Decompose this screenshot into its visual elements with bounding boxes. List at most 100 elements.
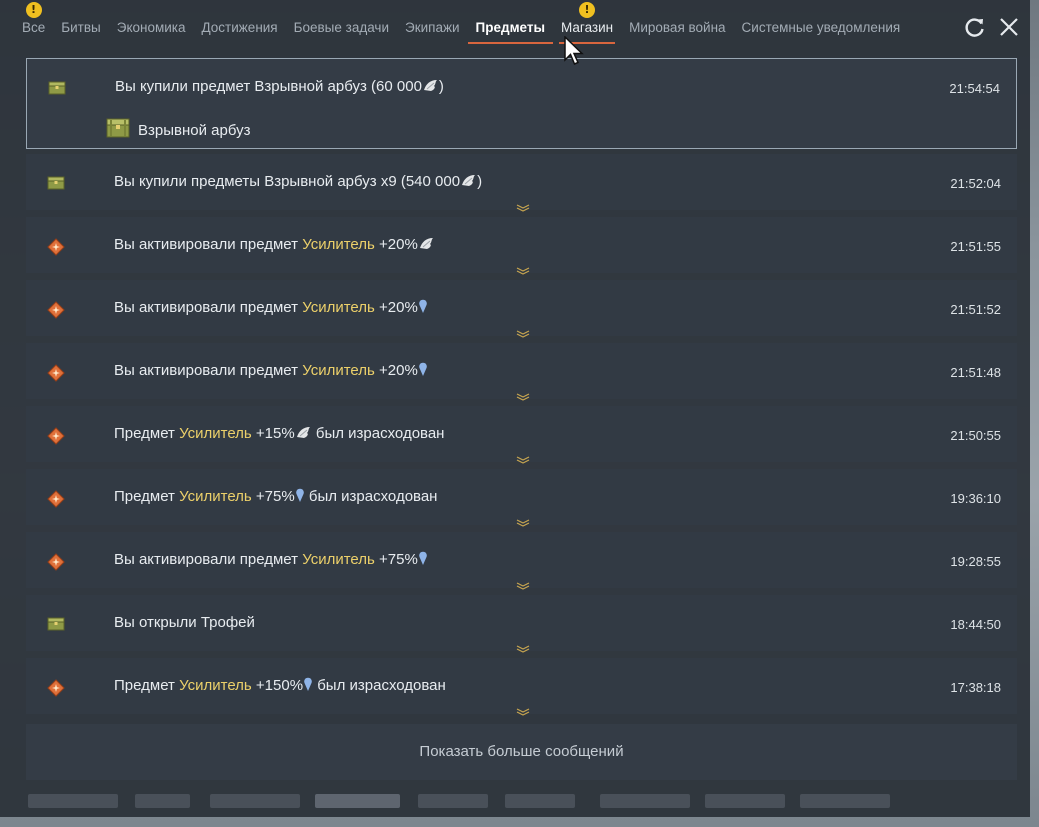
- message-time: 21:51:55: [950, 239, 1001, 254]
- message-text: Предмет Усилитель +15% был израсходован: [114, 425, 444, 442]
- tab-0[interactable]: Все!: [14, 0, 53, 46]
- message-text-part: Предмет: [114, 425, 180, 442]
- message-time: 19:36:10: [950, 491, 1001, 506]
- item-name-link[interactable]: Усилитель: [302, 299, 375, 316]
- message-time: 21:54:54: [949, 81, 1000, 96]
- rp-icon: [418, 299, 428, 316]
- tab-label: Предметы: [475, 20, 546, 35]
- message-text: Вы активировали предмет Усилитель +20%: [114, 362, 428, 379]
- close-icon: [1000, 18, 1018, 36]
- expand-chevron-icon[interactable]: [516, 638, 530, 653]
- background-taskbar: [0, 785, 1030, 817]
- item-name-link[interactable]: Усилитель: [302, 362, 375, 379]
- message-text-part: +150%: [251, 677, 304, 694]
- expand-chevron-icon[interactable]: [516, 197, 530, 212]
- tab-label: Экономика: [116, 20, 186, 35]
- chest-icon: [48, 80, 66, 96]
- item-name-link[interactable]: Усилитель: [179, 488, 252, 505]
- message-row[interactable]: Вы активировали предмет Усилитель +20% 21…: [26, 343, 1017, 401]
- expand-chevron-icon[interactable]: [516, 512, 530, 527]
- tab-bar: Все! Битвы Экономика Достижения Боевые задач…: [0, 0, 1030, 48]
- message-text-part: +75%: [251, 488, 295, 505]
- tab-label: Мировая война: [629, 20, 726, 35]
- item-name-link[interactable]: Усилитель: [179, 677, 252, 694]
- tab-9[interactable]: Системные уведомления: [734, 0, 909, 46]
- item-name-link[interactable]: Усилитель: [302, 236, 375, 253]
- message-detail: Взрывной арбуз: [106, 118, 251, 142]
- silver-icon: [422, 78, 439, 95]
- refresh-icon: [965, 18, 984, 37]
- expand-chevron-icon[interactable]: [516, 260, 530, 275]
- message-row[interactable]: Предмет Усилитель +75% был израсходован 1…: [26, 469, 1017, 527]
- rp-icon: [303, 677, 313, 694]
- message-time: 21:51:52: [950, 302, 1001, 317]
- item-name-link[interactable]: Усилитель: [179, 425, 252, 442]
- message-row[interactable]: Предмет Усилитель +15% был израсходован 2…: [26, 406, 1017, 464]
- message-time: 18:44:50: [950, 617, 1001, 632]
- tab-8[interactable]: Мировая война: [621, 0, 733, 46]
- message-time: 21:50:55: [950, 428, 1001, 443]
- expand-chevron-icon[interactable]: [516, 449, 530, 464]
- message-row[interactable]: Вы активировали предмет Усилитель +20% 21…: [26, 217, 1017, 275]
- tab-6[interactable]: Предметы: [467, 0, 554, 46]
- refresh-button[interactable]: [962, 14, 988, 40]
- booster-icon: [47, 427, 65, 445]
- message-text-part: Вы активировали предмет: [114, 299, 303, 316]
- message-text-part: был израсходован: [313, 677, 446, 694]
- booster-icon: [47, 553, 65, 571]
- message-text-part: Вы активировали предмет: [114, 236, 303, 253]
- chest-icon: [106, 118, 130, 142]
- tab-5[interactable]: Экипажи: [397, 0, 468, 46]
- message-row[interactable]: Вы открыли Трофей 18:44:50: [26, 595, 1017, 653]
- message-row[interactable]: Вы купили предметы Взрывной арбуз x9 (54…: [26, 154, 1017, 212]
- close-button[interactable]: [996, 14, 1022, 40]
- expand-chevron-icon[interactable]: [516, 386, 530, 401]
- show-more-button[interactable]: Показать больше сообщений: [26, 724, 1017, 780]
- message-text-part: Вы активировали предмет: [114, 362, 303, 379]
- booster-icon: [47, 364, 65, 382]
- message-row[interactable]: Вы активировали предмет Усилитель +20% 21…: [26, 280, 1017, 338]
- chest-icon: [47, 616, 65, 632]
- tab-3[interactable]: Достижения: [194, 0, 286, 46]
- tab-label: Битвы: [61, 20, 101, 35]
- tab-label: Достижения: [201, 20, 278, 35]
- tab-2[interactable]: Экономика: [109, 0, 194, 46]
- message-row[interactable]: Вы купили предмет Взрывной арбуз (60 000…: [26, 58, 1017, 149]
- message-text: Вы активировали предмет Усилитель +20%: [114, 299, 428, 316]
- booster-icon: [47, 301, 65, 319]
- booster-icon: [47, 238, 65, 256]
- message-text: Вы активировали предмет Усилитель +20%: [114, 236, 435, 253]
- expand-chevron-icon[interactable]: [516, 323, 530, 338]
- message-text-part: Предмет: [114, 677, 180, 694]
- message-text-part: Вы активировали предмет: [114, 551, 303, 568]
- tab-label: Все: [22, 20, 46, 35]
- message-text-part: +20%: [374, 362, 418, 379]
- message-text-part: +20%: [374, 236, 418, 253]
- message-text-part: ): [438, 78, 444, 95]
- item-name-link[interactable]: Усилитель: [302, 551, 375, 568]
- tab-1[interactable]: Битвы: [53, 0, 108, 46]
- rp-icon: [418, 362, 428, 379]
- expand-chevron-icon[interactable]: [516, 575, 530, 590]
- message-text-part: ): [477, 173, 483, 190]
- message-time: 17:38:18: [950, 680, 1001, 695]
- message-text: Предмет Усилитель +150% был израсходован: [114, 677, 446, 694]
- message-row[interactable]: Вы активировали предмет Усилитель +75% 19…: [26, 532, 1017, 590]
- message-time: 21:51:48: [950, 365, 1001, 380]
- message-text-part: Вы открыли Трофей: [114, 614, 255, 631]
- messages-window: Все! Битвы Экономика Достижения Боевые задач…: [0, 0, 1030, 817]
- expand-chevron-icon[interactable]: [516, 701, 530, 716]
- detail-label: Взрывной арбуз: [138, 121, 251, 139]
- tab-label: Магазин: [561, 20, 614, 35]
- message-text-part: +20%: [374, 299, 418, 316]
- message-text: Вы купили предмет Взрывной арбуз (60 000…: [115, 78, 444, 95]
- message-text-part: Вы купили предмет Взрывной арбуз (60 000: [115, 78, 422, 95]
- message-time: 21:52:04: [950, 176, 1001, 191]
- message-row[interactable]: Предмет Усилитель +150% был израсходован…: [26, 658, 1017, 716]
- message-text: Вы купили предметы Взрывной арбуз x9 (54…: [114, 173, 482, 190]
- tab-label: Системные уведомления: [741, 20, 901, 35]
- alert-badge-icon: !: [579, 2, 596, 18]
- tab-4[interactable]: Боевые задачи: [286, 0, 397, 46]
- message-list: Вы купили предмет Взрывной арбуз (60 000…: [26, 58, 1017, 721]
- rp-icon: [295, 488, 305, 505]
